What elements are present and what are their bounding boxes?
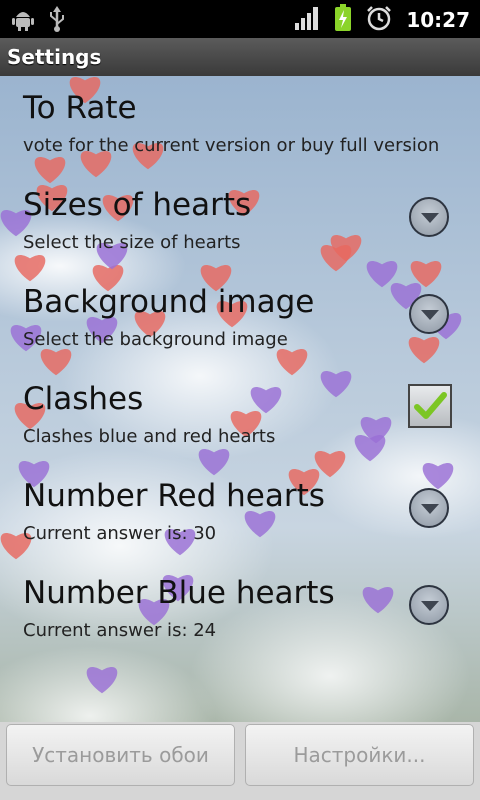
pref-title: To Rate: [23, 90, 137, 126]
pref-title: Background image: [23, 284, 315, 320]
pref-summary: vote for the current version or buy full…: [23, 135, 440, 156]
set-wallpaper-button[interactable]: Установить обои: [6, 724, 235, 786]
page-title: Settings: [7, 45, 102, 69]
checkmark-icon: [414, 392, 447, 419]
pref-clashes[interactable]: Clashes Clashes blue and red hearts: [0, 367, 480, 464]
pref-summary: Current answer is: 24: [23, 620, 217, 641]
blue-heart: [86, 667, 118, 694]
pref-number-blue-hearts[interactable]: Number Blue hearts Current answer is: 24: [0, 561, 480, 658]
pref-title: Number Red hearts: [23, 478, 325, 514]
dropdown-arrow-icon[interactable]: [409, 488, 449, 528]
pref-number-red-hearts[interactable]: Number Red hearts Current answer is: 30: [0, 464, 480, 561]
bottom-button-bar: Установить обои Настройки...: [0, 722, 480, 800]
alarm-clock-icon: [366, 5, 392, 35]
pref-background-image[interactable]: Background image Select the background i…: [0, 270, 480, 367]
pref-summary: Current answer is: 30: [23, 523, 217, 544]
pref-summary: Select the size of hearts: [23, 232, 241, 253]
pref-summary: Select the background image: [23, 329, 288, 350]
pref-title: Clashes: [23, 381, 144, 417]
title-bar: Settings: [0, 38, 480, 77]
pref-to-rate[interactable]: To Rate vote for the current version or …: [0, 76, 480, 173]
preferences-list[interactable]: To Rate vote for the current version or …: [0, 76, 480, 722]
status-bar: 10:27: [0, 0, 480, 38]
dropdown-arrow-icon[interactable]: [409, 294, 449, 334]
pref-title: Number Blue hearts: [23, 575, 335, 611]
pref-title: Sizes of hearts: [23, 187, 252, 223]
settings-button[interactable]: Настройки...: [245, 724, 474, 786]
usb-icon: [48, 6, 66, 36]
pref-summary: Clashes blue and red hearts: [23, 426, 276, 447]
signal-icon: [294, 5, 320, 35]
status-time: 10:27: [406, 8, 470, 32]
dropdown-arrow-icon[interactable]: [409, 197, 449, 237]
pref-sizes-of-hearts[interactable]: Sizes of hearts Select the size of heart…: [0, 173, 480, 270]
android-debug-icon: [12, 7, 34, 35]
clashes-checkbox[interactable]: [408, 384, 452, 428]
dropdown-arrow-icon[interactable]: [409, 585, 449, 625]
battery-charging-icon: [334, 4, 352, 36]
